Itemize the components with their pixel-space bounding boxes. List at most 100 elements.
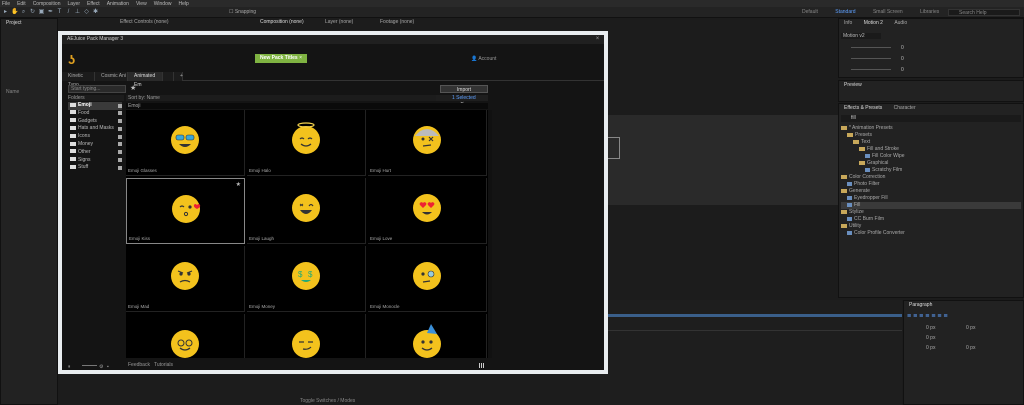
add-tab-button[interactable]: + bbox=[174, 72, 183, 81]
effects-tree-item[interactable]: Fill and Stroke bbox=[841, 146, 1021, 153]
tab-kinetic-typo[interactable]: Kinetic Typo bbox=[62, 72, 95, 88]
gear-icon[interactable]: ⚙ bbox=[99, 362, 103, 372]
effects-tree-item[interactable]: Color Correction bbox=[841, 174, 1021, 181]
folder-item-money[interactable]: Money bbox=[68, 141, 122, 149]
new-pack-titles-button[interactable]: New Pack Titles × bbox=[255, 54, 307, 63]
timeline-ruler[interactable] bbox=[600, 314, 902, 317]
emoji-card-mad[interactable]: Emoji Mad bbox=[126, 246, 245, 312]
menu-animation[interactable]: Animation bbox=[107, 1, 129, 7]
project-tab[interactable]: Project bbox=[1, 19, 27, 28]
effects-tree-item[interactable]: Stylize bbox=[841, 209, 1021, 216]
grid-scrollbar[interactable] bbox=[488, 110, 492, 358]
folder-checkbox[interactable] bbox=[118, 158, 122, 163]
grid-view-icon[interactable] bbox=[479, 363, 484, 368]
snapping-toggle[interactable]: ☐ Snapping bbox=[229, 9, 256, 15]
space-after-value[interactable]: 0 px bbox=[966, 345, 975, 351]
tab-motion[interactable]: Motion 2 bbox=[859, 19, 888, 28]
space-before-value[interactable]: 0 px bbox=[926, 345, 935, 351]
effects-tree-item[interactable]: Eyedropper Fill bbox=[841, 195, 1021, 202]
tab-effects-presets[interactable]: Effects & Presets bbox=[839, 104, 887, 113]
tab-footage[interactable]: Footage (none) bbox=[375, 18, 445, 27]
folder-item-emoji[interactable]: Emoji bbox=[68, 102, 122, 110]
emoji-card-nerd[interactable] bbox=[126, 314, 245, 358]
close-icon[interactable]: × bbox=[594, 36, 601, 42]
effects-search-input[interactable]: fill bbox=[841, 115, 1021, 122]
emoji-card-halo[interactable]: Emoji Halo bbox=[247, 110, 366, 176]
favorite-star-icon[interactable]: ★ bbox=[236, 181, 241, 188]
indent-first-value[interactable]: 0 px bbox=[926, 335, 935, 341]
workspace-small-screen[interactable]: Small Screen bbox=[873, 9, 903, 15]
menu-file[interactable]: File bbox=[2, 1, 10, 7]
alignment-icons[interactable]: ≡≡≡≡≡≡≡ bbox=[907, 313, 950, 320]
tab-animated-em[interactable]: Animated Em bbox=[128, 72, 163, 88]
workspace-standard[interactable]: Standard bbox=[835, 9, 855, 15]
tutorials-link[interactable]: Tutorials bbox=[154, 360, 173, 370]
effects-tree-item[interactable]: Fill Color Wipe bbox=[841, 153, 1021, 160]
effects-tree-item[interactable]: Photo Filter bbox=[841, 181, 1021, 188]
folder-item-hats-and-masks[interactable]: Hats and Masks bbox=[68, 125, 122, 133]
indent-right-value[interactable]: 0 px bbox=[966, 325, 975, 331]
menu-window[interactable]: Window bbox=[154, 1, 172, 7]
indent-left-value[interactable]: 0 px bbox=[926, 325, 935, 331]
emoji-card-money[interactable]: $ $ Emoji Money bbox=[247, 246, 366, 312]
menu-edit[interactable]: Edit bbox=[17, 1, 26, 7]
emoji-card-monocle[interactable]: Emoji Monocle bbox=[368, 246, 487, 312]
folder-checkbox[interactable] bbox=[118, 142, 122, 147]
value-3[interactable]: 0 bbox=[901, 67, 904, 73]
menu-layer[interactable]: Layer bbox=[67, 1, 80, 7]
folder-checkbox[interactable] bbox=[118, 150, 122, 155]
feedback-link[interactable]: Feedback bbox=[128, 360, 150, 370]
effects-tree-item[interactable]: Utility bbox=[841, 223, 1021, 230]
emoji-card-glasses[interactable]: Emoji Glasses bbox=[126, 110, 245, 176]
search-help-input[interactable]: Search Help bbox=[948, 9, 1020, 16]
folder-checkbox[interactable] bbox=[118, 134, 122, 139]
pause-icon[interactable]: ⏸ bbox=[68, 362, 71, 372]
account-link[interactable]: 👤 Account bbox=[471, 56, 496, 62]
size-menu-icon[interactable]: ▪ bbox=[107, 362, 109, 372]
tab-audio[interactable]: Audio bbox=[889, 19, 912, 28]
text-tool-icon[interactable]: T bbox=[56, 9, 63, 16]
puppet-tool-icon[interactable]: ✱ bbox=[92, 9, 99, 16]
folder-checkbox[interactable] bbox=[118, 103, 122, 108]
effects-tree-item[interactable]: CC Burn Film bbox=[841, 216, 1021, 223]
tab-blank[interactable] bbox=[163, 72, 174, 81]
effects-tree-item[interactable]: * Animation Presets bbox=[841, 125, 1021, 132]
effects-tree-item[interactable]: Fill bbox=[841, 202, 1021, 209]
effects-tree-item[interactable]: Presets bbox=[841, 132, 1021, 139]
menu-help[interactable]: Help bbox=[178, 1, 188, 7]
effects-tree-item[interactable]: Generate bbox=[841, 188, 1021, 195]
effects-tree-item[interactable]: Graphical bbox=[841, 160, 1021, 167]
tab-info[interactable]: Info bbox=[839, 19, 857, 28]
hand-tool-icon[interactable]: ✋ bbox=[11, 9, 18, 16]
rotate-tool-icon[interactable]: ↻ bbox=[29, 9, 36, 16]
emoji-card-laugh[interactable]: Emoji Laugh bbox=[247, 178, 366, 244]
stamp-tool-icon[interactable]: ⊥ bbox=[74, 9, 81, 16]
value-1[interactable]: 0 bbox=[901, 45, 904, 51]
tab-character[interactable]: Character bbox=[889, 104, 921, 113]
slider-3[interactable] bbox=[851, 69, 891, 70]
folder-checkbox[interactable] bbox=[118, 119, 122, 124]
folder-item-gadgets[interactable]: Gadgets bbox=[68, 118, 122, 126]
motion-preset-select[interactable]: Motion v2 bbox=[841, 33, 881, 39]
name-column-header[interactable]: Name bbox=[6, 89, 19, 95]
emoji-card-love[interactable]: Emoji Love bbox=[368, 178, 487, 244]
folder-item-stuff[interactable]: Stuff bbox=[68, 164, 122, 172]
zoom-tool-icon[interactable]: ⌕ bbox=[20, 9, 27, 16]
composition-viewer[interactable] bbox=[600, 115, 840, 205]
folder-checkbox[interactable] bbox=[118, 111, 122, 116]
slider-1[interactable] bbox=[851, 47, 891, 48]
import-button[interactable]: Import bbox=[440, 85, 488, 93]
emoji-card-party[interactable] bbox=[368, 314, 487, 358]
camera-tool-icon[interactable]: ▣ bbox=[38, 9, 45, 16]
folder-item-signs[interactable]: Signs bbox=[68, 157, 122, 165]
pen-tool-icon[interactable]: ✒ bbox=[47, 9, 54, 16]
folder-item-other[interactable]: Other bbox=[68, 149, 122, 157]
emoji-card-smirk[interactable] bbox=[247, 314, 366, 358]
menu-composition[interactable]: Composition bbox=[33, 1, 61, 7]
emoji-card-hurt[interactable]: Emoji Hurt bbox=[368, 110, 487, 176]
tab-layer[interactable]: Layer (none) bbox=[320, 18, 380, 27]
folder-checkbox[interactable] bbox=[118, 165, 122, 170]
workspace-default[interactable]: Default bbox=[802, 9, 818, 15]
sort-by-select[interactable]: Sort by: Name bbox=[126, 95, 436, 101]
menu-view[interactable]: View bbox=[136, 1, 147, 7]
